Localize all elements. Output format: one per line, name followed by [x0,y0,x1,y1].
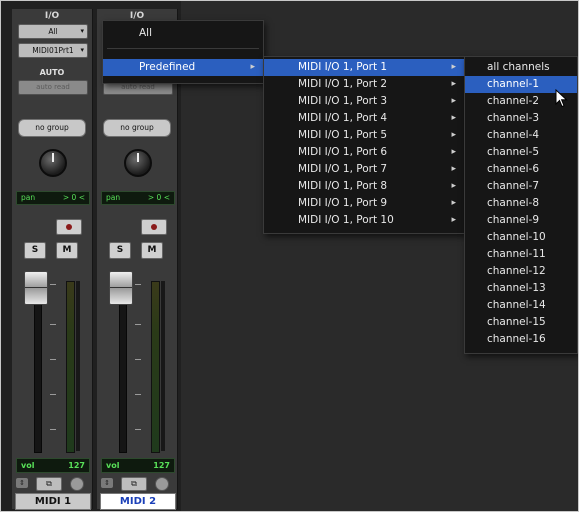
midi-port-menu-item[interactable]: MIDI I/O 1, Port 8 ▸ [264,178,464,195]
pan-label: pan [21,193,36,202]
midi-channel-menu-item[interactable]: channel-16 [465,331,577,348]
midi-channel-menu-item[interactable]: channel-15 [465,314,577,331]
record-enable-button[interactable] [56,219,82,235]
track-color-icon[interactable]: ⧉ [121,477,147,491]
midi-channel-menu-item[interactable]: channel-4 [465,127,577,144]
pan-display[interactable]: pan > 0 < [101,191,175,205]
menu-item-all[interactable]: All [103,25,263,42]
volume-label: vol [21,461,35,470]
midi-channel-menu-item[interactable]: channel-6 [465,161,577,178]
midi-channel-menu-item[interactable]: channel-7 [465,178,577,195]
midi-channel-menu-item[interactable]: channel-13 [465,280,577,297]
level-meter-scale [76,281,80,451]
midi-port-menu-item[interactable]: MIDI I/O 1, Port 6 ▸ [264,144,464,161]
midi-channel-menu-item[interactable]: channel-10 [465,229,577,246]
track-type-icon[interactable]: ⇕ [16,478,28,488]
chevron-right-icon: ▸ [451,96,456,106]
midi-channel-menu-item[interactable]: channel-8 [465,195,577,212]
midi-port-menu-item[interactable]: MIDI I/O 1, Port 9 ▸ [264,195,464,212]
channel-strip-midi-2: I/O auto read no group pan > 0 < S M vol… [97,9,178,510]
pan-value: > 0 < [62,193,85,202]
chevron-right-icon: ▸ [451,164,456,174]
output-selector[interactable]: MIDI01Prt1 ▾ [18,43,88,58]
volume-value: 127 [153,461,170,470]
group-selector[interactable]: no group [18,119,86,137]
pan-knob[interactable] [124,149,152,177]
midi-port-menu-item[interactable]: MIDI I/O 1, Port 7 ▸ [264,161,464,178]
mute-button[interactable]: M [141,242,163,259]
midi-channel-menu-item[interactable]: all channels [465,59,577,76]
midi-channel-menu-item[interactable]: channel-9 [465,212,577,229]
midi-port-submenu: MIDI I/O 1, Port 1 ▸ MIDI I/O 1, Port 2 ▸ MI… [263,56,465,234]
track-options-icon[interactable] [155,477,169,491]
input-value: All [48,27,58,36]
chevron-right-icon: ▸ [451,198,456,208]
midi-channel-menu-item[interactable]: channel-5 [465,144,577,161]
chevron-right-icon: ▸ [451,215,456,225]
pro-tools-mix-window: I/O All ▾ MIDI01Prt1 ▾ AUTO auto read no… [0,0,579,512]
track-name[interactable]: MIDI 2 [100,493,176,510]
midi-channel-menu-item[interactable]: channel-12 [465,263,577,280]
midi-port-menu-item[interactable]: MIDI I/O 1, Port 2 ▸ [264,76,464,93]
pan-display[interactable]: pan > 0 < [16,191,90,205]
channel-strip-midi-1: I/O All ▾ MIDI01Prt1 ▾ AUTO auto read no… [12,9,93,510]
chevron-right-icon: ▸ [451,130,456,140]
fader-scale [135,284,145,444]
chevron-right-icon: ▸ [451,113,456,123]
automation-label: AUTO [39,68,65,77]
dropdown-arrow-icon: ▾ [80,27,84,35]
midi-channel-menu-item[interactable]: channel-11 [465,246,577,263]
chevron-right-icon: ▸ [451,147,456,157]
level-meter [151,281,160,453]
io-label: I/O [44,11,60,21]
midi-port-menu-item[interactable]: MIDI I/O 1, Port 3 ▸ [264,93,464,110]
midi-port-menu-item[interactable]: MIDI I/O 1, Port 4 ▸ [264,110,464,127]
input-selector[interactable]: All ▾ [18,24,88,39]
volume-display[interactable]: vol 127 [101,458,175,473]
midi-channel-menu-item[interactable]: channel-3 [465,110,577,127]
strip-bottom-controls: ⇕ ⧉ [16,476,88,491]
automation-mode-selector[interactable]: auto read [18,80,88,95]
midi-port-menu-item[interactable]: MIDI I/O 1, Port 5 ▸ [264,127,464,144]
group-selector[interactable]: no group [103,119,171,137]
level-meter-scale [161,281,165,451]
chevron-right-icon: ▸ [451,62,456,72]
volume-display[interactable]: vol 127 [16,458,90,473]
pan-label: pan [106,193,121,202]
midi-port-menu-item[interactable]: MIDI I/O 1, Port 1 ▸ [264,59,464,76]
output-value: MIDI01Prt1 [32,46,74,55]
track-type-icon[interactable]: ⇕ [101,478,113,488]
input-source-menu: All Predefined ▸ [102,20,264,84]
volume-label: vol [106,461,120,470]
solo-button[interactable]: S [24,242,46,259]
volume-value: 127 [68,461,85,470]
record-enable-button[interactable] [141,219,167,235]
pan-value: > 0 < [147,193,170,202]
dropdown-arrow-icon: ▾ [80,46,84,54]
strip-bottom-controls: ⇕ ⧉ [101,476,173,491]
volume-fader-handle[interactable] [109,271,133,305]
midi-port-menu-item[interactable]: MIDI I/O 1, Port 10 ▸ [264,212,464,229]
track-options-icon[interactable] [70,477,84,491]
level-meter [66,281,75,453]
track-color-icon[interactable]: ⧉ [36,477,62,491]
fader-scale [50,284,60,444]
track-name[interactable]: MIDI 1 [15,493,91,510]
chevron-right-icon: ▸ [451,181,456,191]
midi-channel-menu-item[interactable]: channel-14 [465,297,577,314]
mute-button[interactable]: M [56,242,78,259]
chevron-right-icon: ▸ [250,62,255,72]
mouse-pointer-icon [555,89,568,108]
chevron-right-icon: ▸ [451,79,456,89]
menu-item-predefined[interactable]: Predefined ▸ [103,59,263,76]
volume-fader-handle[interactable] [24,271,48,305]
pan-knob[interactable] [39,149,67,177]
menu-separator [107,48,259,49]
solo-button[interactable]: S [109,242,131,259]
